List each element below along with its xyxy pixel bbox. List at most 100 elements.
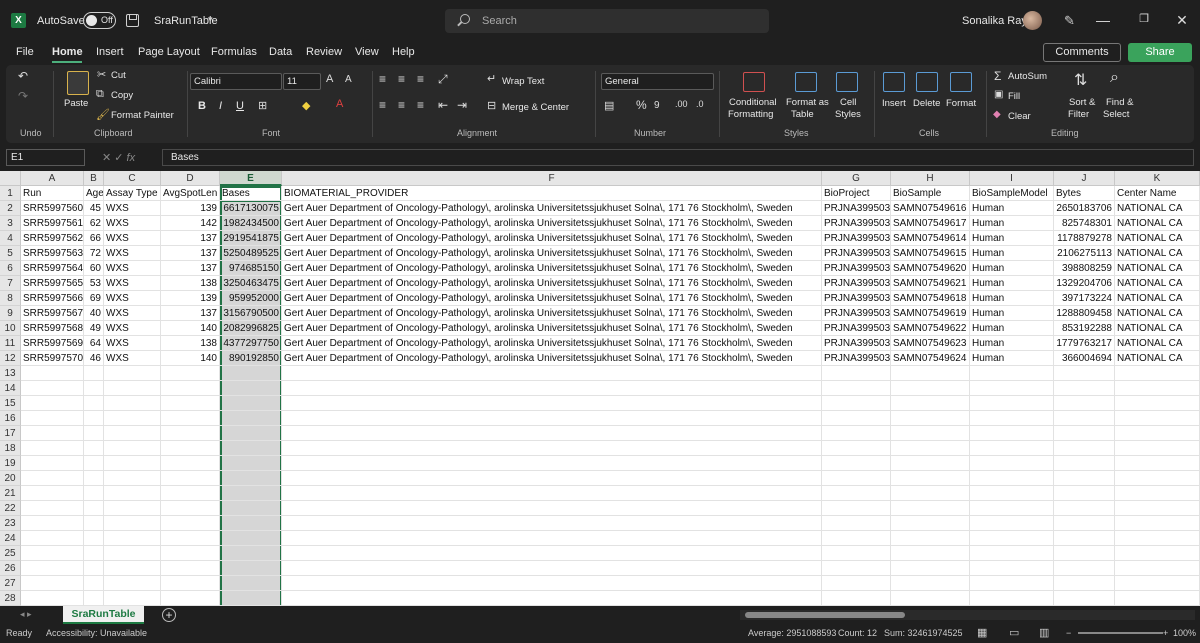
table-cell[interactable]	[1054, 576, 1115, 591]
pen-icon[interactable]: ✎	[1064, 13, 1078, 28]
table-cell[interactable]	[220, 441, 282, 456]
table-cell[interactable]	[220, 546, 282, 561]
align-left-icon[interactable]: ≡	[379, 98, 386, 112]
tab-help[interactable]: Help	[392, 46, 415, 58]
table-cell[interactable]: 2082996825	[220, 321, 282, 336]
table-cell[interactable]: 53	[84, 276, 104, 291]
tab-insert[interactable]: Insert	[96, 46, 124, 58]
table-cell[interactable]	[21, 516, 84, 531]
table-cell[interactable]	[84, 441, 104, 456]
table-cell[interactable]	[1115, 576, 1200, 591]
table-cell[interactable]: SAMN07549616	[891, 201, 970, 216]
table-cell[interactable]	[1054, 366, 1115, 381]
header-cell[interactable]: Run	[21, 186, 84, 201]
table-cell[interactable]	[1115, 456, 1200, 471]
table-cell[interactable]: Gert Auer Department of Oncology-Patholo…	[282, 246, 822, 261]
table-cell[interactable]	[1054, 516, 1115, 531]
table-cell[interactable]	[1054, 426, 1115, 441]
cell-styles-icon[interactable]	[836, 72, 858, 92]
header-cell[interactable]: BioSampleModel	[970, 186, 1054, 201]
table-cell[interactable]	[21, 546, 84, 561]
table-cell[interactable]: 1288809458	[1054, 306, 1115, 321]
table-cell[interactable]	[84, 381, 104, 396]
comma-icon[interactable]: 9	[654, 100, 660, 111]
header-cell[interactable]: Age	[84, 186, 104, 201]
table-cell[interactable]	[891, 486, 970, 501]
table-cell[interactable]	[161, 366, 220, 381]
table-cell[interactable]: 46	[84, 351, 104, 366]
table-cell[interactable]	[21, 471, 84, 486]
table-cell[interactable]: 72	[84, 246, 104, 261]
table-cell[interactable]	[21, 501, 84, 516]
cut-button[interactable]: Cut	[111, 70, 126, 81]
scrollbar-thumb[interactable]	[745, 612, 905, 618]
table-cell[interactable]	[282, 501, 822, 516]
conditional-formatting-label2[interactable]: Formatting	[728, 109, 773, 120]
table-cell[interactable]	[891, 531, 970, 546]
table-cell[interactable]: 60	[84, 261, 104, 276]
table-cell[interactable]	[970, 396, 1054, 411]
clear-button[interactable]: Clear	[1008, 111, 1031, 122]
row-header[interactable]: 9	[0, 306, 21, 321]
table-cell[interactable]	[161, 381, 220, 396]
header-cell[interactable]: Bytes	[1054, 186, 1115, 201]
table-cell[interactable]: 890192850	[220, 351, 282, 366]
select-all-corner[interactable]	[0, 171, 21, 186]
table-cell[interactable]: Gert Auer Department of Oncology-Patholo…	[282, 351, 822, 366]
table-cell[interactable]	[1115, 441, 1200, 456]
table-cell[interactable]	[970, 516, 1054, 531]
table-cell[interactable]	[21, 531, 84, 546]
table-cell[interactable]	[282, 456, 822, 471]
table-cell[interactable]: WXS	[104, 261, 161, 276]
table-cell[interactable]	[282, 471, 822, 486]
table-cell[interactable]: 2919541875	[220, 231, 282, 246]
table-cell[interactable]: PRJNA399503	[822, 276, 891, 291]
table-cell[interactable]	[1115, 561, 1200, 576]
table-cell[interactable]	[822, 501, 891, 516]
table-cell[interactable]: Human	[970, 216, 1054, 231]
table-cell[interactable]	[1115, 486, 1200, 501]
table-cell[interactable]	[1054, 411, 1115, 426]
font-size-select[interactable]: 11	[283, 73, 321, 90]
table-cell[interactable]	[891, 426, 970, 441]
table-cell[interactable]: 49	[84, 321, 104, 336]
row-header[interactable]: 26	[0, 561, 21, 576]
minimize-icon[interactable]: —	[1095, 12, 1111, 28]
table-cell[interactable]: Human	[970, 351, 1054, 366]
table-cell[interactable]: 959952000	[220, 291, 282, 306]
fx-icon[interactable]: ✕ ✓ fx	[102, 151, 135, 164]
table-cell[interactable]	[220, 396, 282, 411]
table-cell[interactable]	[104, 396, 161, 411]
wrap-text-button[interactable]: Wrap Text	[502, 76, 544, 87]
tab-view[interactable]: View	[355, 46, 379, 58]
table-cell[interactable]	[220, 516, 282, 531]
table-cell[interactable]	[1115, 471, 1200, 486]
table-cell[interactable]	[220, 531, 282, 546]
table-cell[interactable]: SRR5997570	[21, 351, 84, 366]
sheet-tab-sraruntable[interactable]: SraRunTable	[63, 606, 144, 624]
conditional-formatting-icon[interactable]	[743, 72, 765, 92]
table-cell[interactable]	[822, 426, 891, 441]
table-cell[interactable]	[891, 591, 970, 606]
table-cell[interactable]	[822, 546, 891, 561]
table-cell[interactable]: 140	[161, 321, 220, 336]
autosum-button[interactable]: AutoSum	[1008, 71, 1047, 82]
sort-filter-icon[interactable]: ⇅	[1074, 70, 1087, 90]
bold-button[interactable]: B	[198, 100, 206, 112]
table-cell[interactable]: NATIONAL CA	[1115, 351, 1200, 366]
table-cell[interactable]	[84, 411, 104, 426]
copy-icon[interactable]: ⧉	[96, 88, 104, 101]
table-cell[interactable]: WXS	[104, 201, 161, 216]
column-header-e[interactable]: E	[220, 171, 282, 186]
table-cell[interactable]	[282, 546, 822, 561]
table-cell[interactable]: 6617130075	[220, 201, 282, 216]
formula-input[interactable]: Bases	[162, 149, 1194, 166]
row-header[interactable]: 22	[0, 501, 21, 516]
percent-icon[interactable]: %	[636, 98, 647, 112]
table-cell[interactable]: 140	[161, 351, 220, 366]
table-cell[interactable]	[104, 576, 161, 591]
find-select-label[interactable]: Find &	[1106, 97, 1133, 108]
format-as-table-label[interactable]: Format as	[786, 97, 829, 108]
table-cell[interactable]: Gert Auer Department of Oncology-Patholo…	[282, 201, 822, 216]
spreadsheet-grid[interactable]: ABCDEFGHIJK 1 Run Age Assay Type AvgSpotLen B…	[0, 171, 1200, 606]
